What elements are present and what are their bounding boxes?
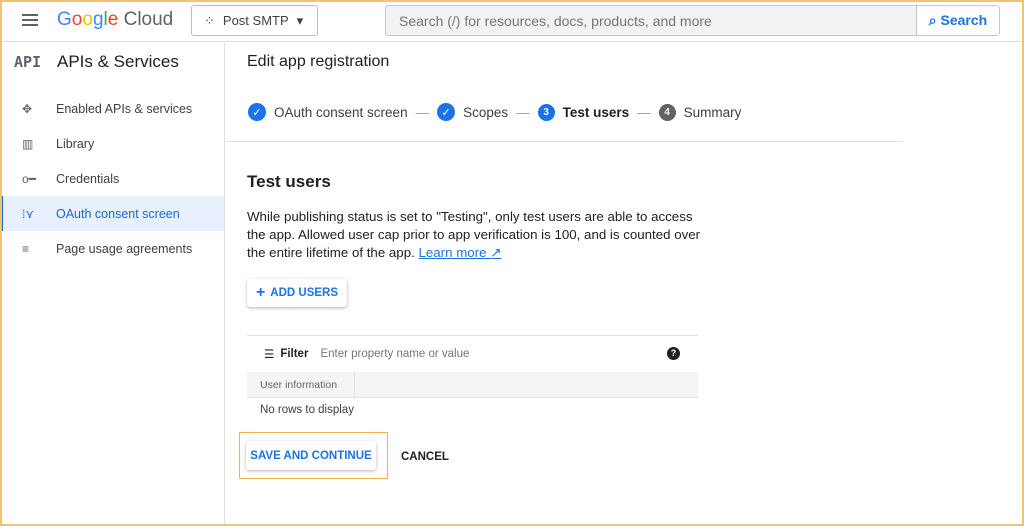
sidebar-item-enabled-apis[interactable]: ✥ Enabled APIs & services xyxy=(0,91,224,126)
check-icon: ✓ xyxy=(248,103,266,121)
step-number: 4 xyxy=(658,103,676,121)
column-user-information[interactable]: User information xyxy=(247,372,355,397)
section-title: Test users xyxy=(247,172,331,191)
sidebar: API APIs & Services ✥ Enabled APIs & servi… xyxy=(0,43,225,526)
filter-label: Filter xyxy=(280,348,309,360)
menu-icon[interactable] xyxy=(22,14,38,26)
library-icon: ▥ xyxy=(22,136,34,151)
stepper: ✓ OAuth consent screen — ✓ Scopes — 3 Test us… xyxy=(248,103,741,121)
search-input[interactable] xyxy=(386,6,916,35)
table-header: User information xyxy=(247,372,698,398)
step-scopes[interactable]: Scopes xyxy=(463,105,508,120)
chevron-down-icon: ▾ xyxy=(296,12,304,28)
top-bar: Google Cloud ⁘ Post SMTP ▾ ⌕ Search xyxy=(0,0,1024,42)
sidebar-title: APIs & Services xyxy=(57,52,179,71)
sidebar-item-credentials[interactable]: o━ Credentials xyxy=(0,161,224,196)
filter-bar: ☰ Filter ? xyxy=(247,336,698,372)
step-number: 3 xyxy=(537,103,555,121)
sidebar-item-label: Page usage agreements xyxy=(56,241,193,256)
step-test-users: Test users xyxy=(562,104,630,120)
project-icon: ⁘ xyxy=(204,12,215,28)
add-users-button[interactable]: + ADD USERS xyxy=(247,279,347,307)
api-badge: API xyxy=(14,53,42,71)
sidebar-item-page-usage[interactable]: ≡ Page usage agreements xyxy=(0,231,224,266)
project-selector[interactable]: ⁘ Post SMTP ▾ xyxy=(191,5,318,36)
project-name: Post SMTP xyxy=(222,13,289,28)
consent-icon: ⁞⋎ xyxy=(22,206,35,221)
key-icon: o━ xyxy=(22,171,36,186)
filter-icon: ☰ xyxy=(264,349,275,361)
external-link-icon: ↗ xyxy=(490,245,502,260)
sidebar-item-library[interactable]: ▥ Library xyxy=(0,126,224,161)
sidebar-item-label: Enabled APIs & services xyxy=(56,101,193,116)
check-icon: ✓ xyxy=(437,103,456,121)
description: While publishing status is set to "Testi… xyxy=(247,208,707,262)
plus-icon: + xyxy=(255,284,266,301)
cancel-button[interactable]: CANCEL xyxy=(401,451,449,463)
settings-list-icon: ≡ xyxy=(22,241,30,256)
users-table: ☰ Filter ? User information No rows to di… xyxy=(247,335,698,422)
main-content: Edit app registration ✓ OAuth consent scr… xyxy=(226,43,1024,526)
step-summary: Summary xyxy=(683,104,742,120)
empty-message: No rows to display xyxy=(260,404,354,416)
filter-input[interactable] xyxy=(320,348,621,360)
search-bar: ⌕ Search xyxy=(385,5,1000,36)
highlight-box: SAVE AND CONTINUE xyxy=(239,432,388,479)
divider xyxy=(226,141,902,142)
sidebar-item-label: Credentials xyxy=(56,171,120,186)
search-button[interactable]: ⌕ Search xyxy=(916,6,999,35)
hub-icon: ✥ xyxy=(22,101,33,116)
google-cloud-logo[interactable]: Google Cloud xyxy=(57,9,173,31)
sidebar-item-label: Library xyxy=(56,136,95,151)
learn-more-link[interactable]: Learn more ↗ xyxy=(419,245,502,260)
help-icon[interactable]: ? xyxy=(667,347,680,360)
sidebar-item-label: OAuth consent screen xyxy=(56,206,180,221)
save-and-continue-button[interactable]: SAVE AND CONTINUE xyxy=(246,441,376,470)
sidebar-item-oauth-consent[interactable]: ⁞⋎ OAuth consent screen xyxy=(0,196,224,231)
page-title: Edit app registration xyxy=(247,53,390,70)
step-oauth[interactable]: OAuth consent screen xyxy=(274,105,408,120)
